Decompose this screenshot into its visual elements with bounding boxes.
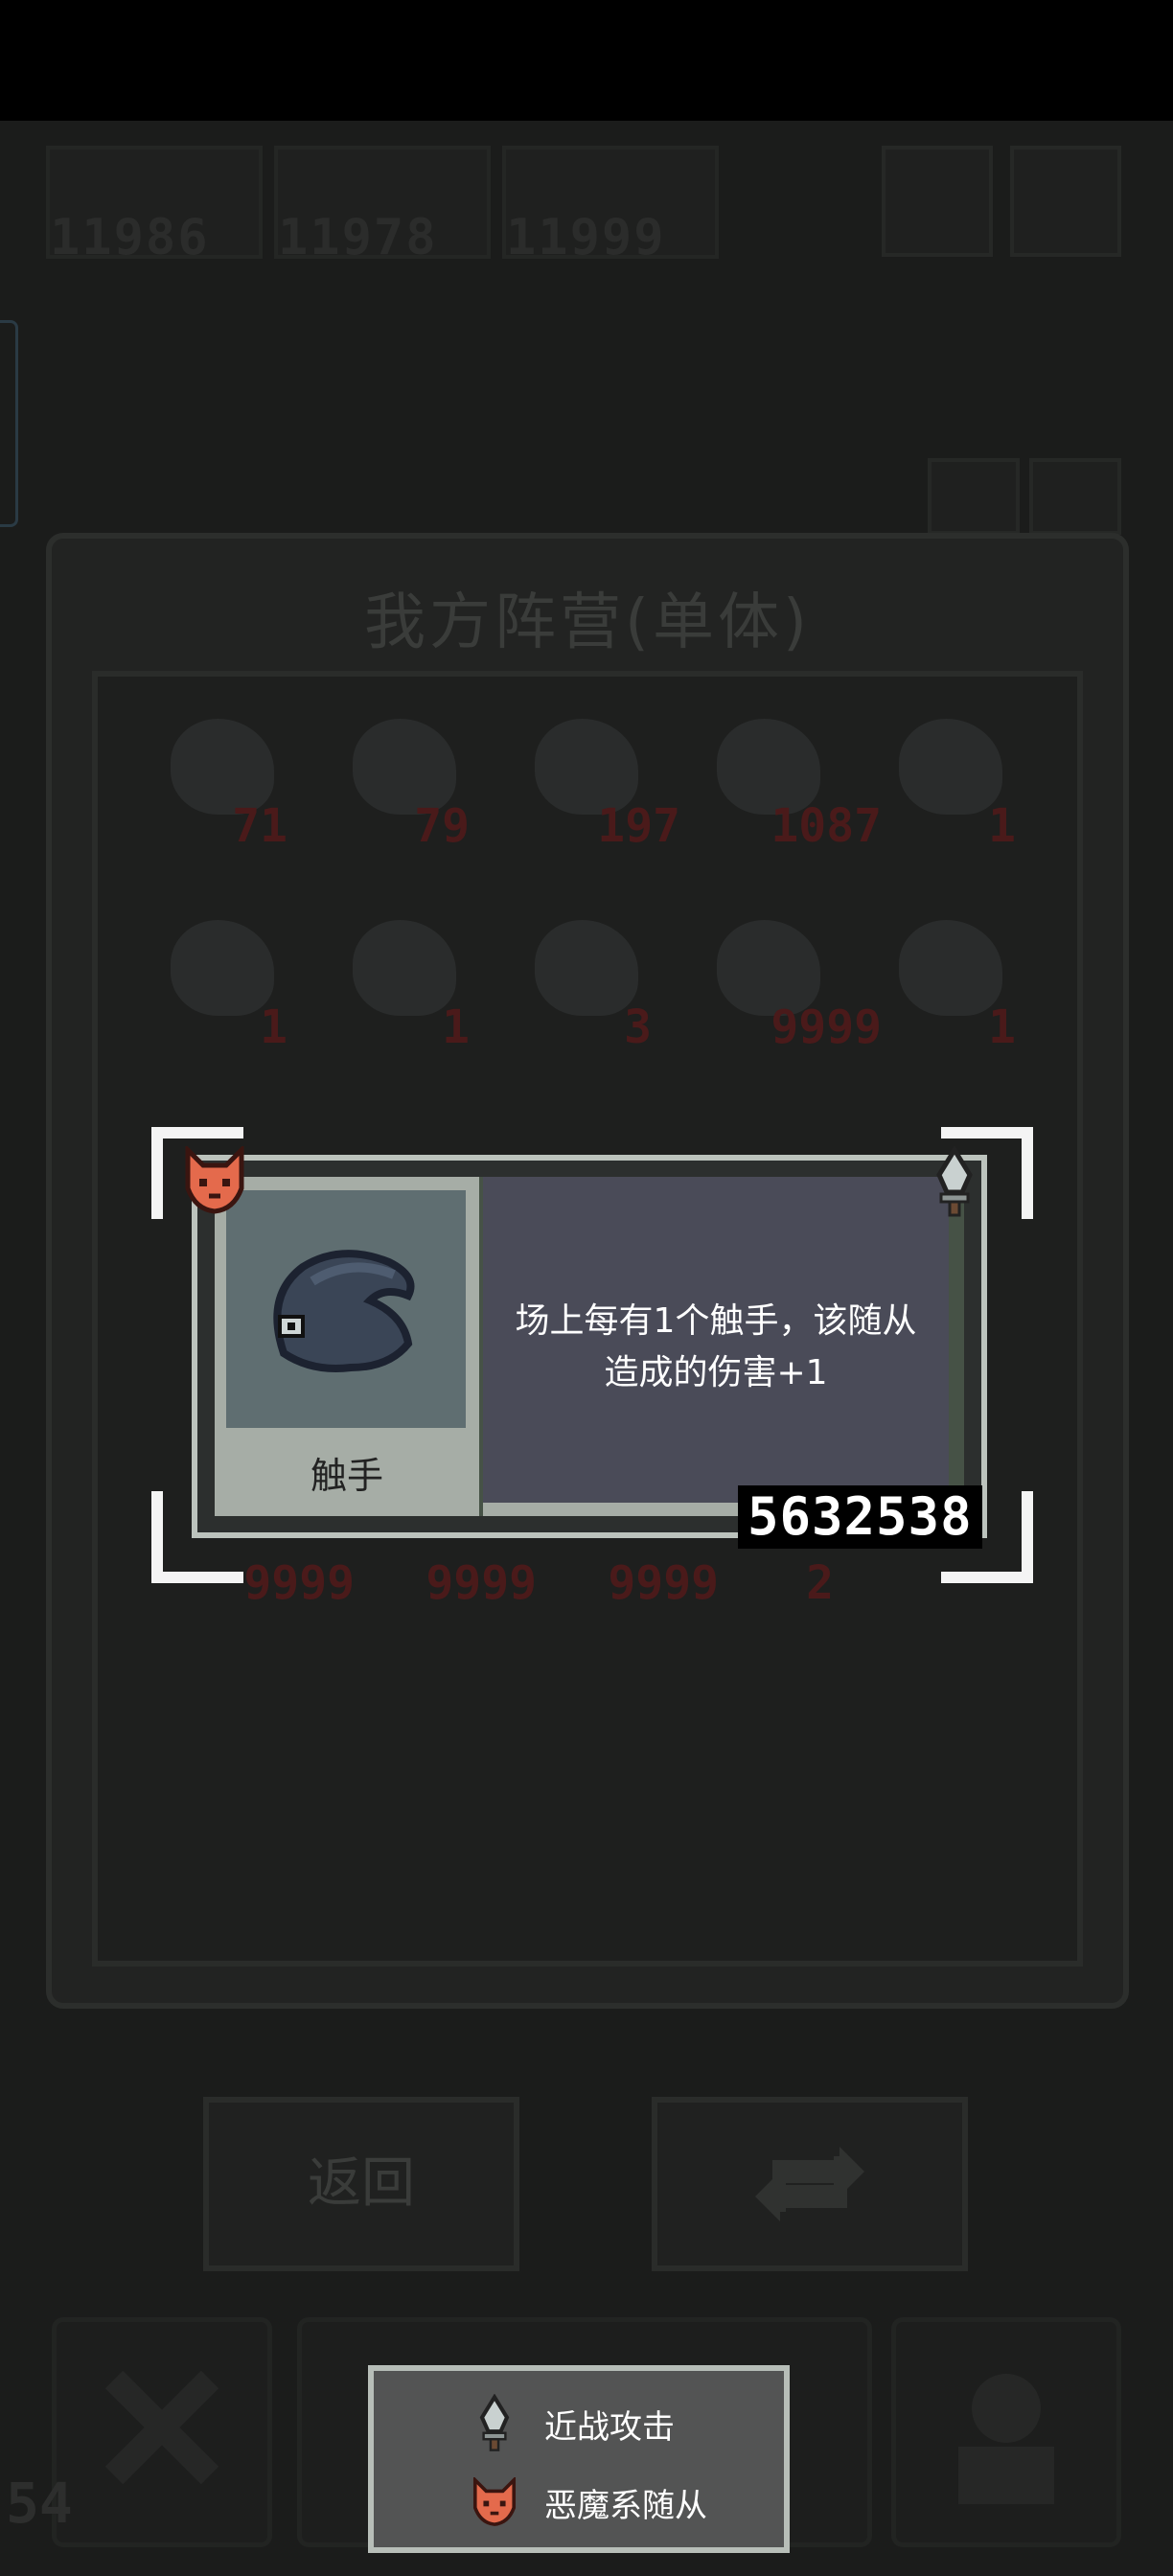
back-button-label: 返回 (308, 2152, 415, 2215)
legend-label: 恶魔系随从 (544, 2486, 707, 2525)
roster-unit[interactable]: 9999 (700, 910, 882, 1054)
roster-unit[interactable]: 1 (882, 910, 1016, 1054)
unit-count: 197 (597, 799, 680, 853)
dock-slot-1[interactable] (52, 2317, 272, 2547)
legend-item: 恶魔系随从 (470, 2469, 707, 2536)
refresh-button[interactable] (652, 2097, 968, 2271)
card-art (226, 1190, 466, 1428)
dock-slot-3[interactable] (891, 2317, 1121, 2547)
legend-item: 近战攻击 (470, 2390, 675, 2457)
bracket-bottom-right (941, 1491, 1033, 1583)
bracket-top-left (151, 1127, 243, 1219)
unit-count: 71 (232, 799, 288, 853)
panel-title: 我方阵营(单体) (364, 587, 811, 658)
demon-fox-icon (472, 2477, 517, 2526)
roster-unit[interactable]: 79 (335, 709, 470, 853)
unit-count: 9999 (426, 1556, 537, 1610)
back-button[interactable]: 返回 (203, 2097, 519, 2271)
unit-count: 9999 (243, 1556, 355, 1610)
roster-unit[interactable]: 1 (335, 910, 470, 1054)
refresh-icon (755, 2147, 864, 2221)
melee-sword-icon (479, 2394, 510, 2451)
unit-count: 2 (806, 1556, 834, 1610)
roster-unit[interactable]: 1 (153, 910, 288, 1054)
card-name: 触手 (310, 1455, 383, 1497)
legend-label: 近战攻击 (544, 2407, 675, 2447)
unit-count: 1 (442, 1000, 470, 1054)
unit-count: 3 (624, 1000, 652, 1054)
roster-unit[interactable]: 1087 (700, 709, 882, 853)
bracket-bottom-left (151, 1491, 243, 1583)
roster-unit[interactable]: 197 (518, 709, 680, 853)
card-description: 场上每有1个触手，该随从 造成的伤害+1 (489, 1296, 943, 1399)
unit-count: 9999 (608, 1556, 719, 1610)
unit-count: 1 (988, 1000, 1016, 1054)
roster-unit[interactable]: 1 (882, 709, 1016, 853)
tentacle-icon (273, 1250, 415, 1372)
close-icon (104, 2370, 219, 2485)
unit-count: 1087 (770, 799, 882, 853)
menu-button-2[interactable] (1010, 146, 1121, 257)
dock-level: 54 (6, 2471, 73, 2536)
toggle-button-1[interactable] (928, 458, 1020, 535)
resource-value-3: 11999 (506, 209, 666, 266)
side-tab[interactable] (0, 320, 18, 527)
person-icon (958, 2374, 1054, 2504)
toggle-button-2[interactable] (1029, 458, 1121, 535)
unit-count: 9999 (770, 1000, 882, 1054)
card-description-line-1: 场上每有1个触手，该随从 (515, 1301, 917, 1341)
unit-count: 1 (260, 1000, 288, 1054)
resource-value-1: 11986 (50, 209, 210, 266)
unit-count: 79 (414, 799, 470, 853)
bracket-top-right (941, 1127, 1033, 1219)
roster-unit[interactable]: 3 (518, 910, 652, 1054)
menu-button-1[interactable] (882, 146, 993, 257)
card-description-line-2: 造成的伤害+1 (604, 1353, 828, 1392)
resource-value-2: 11978 (278, 209, 438, 266)
status-bar (0, 0, 1173, 121)
unit-count: 1 (988, 799, 1016, 853)
roster-unit[interactable]: 71 (153, 709, 288, 853)
